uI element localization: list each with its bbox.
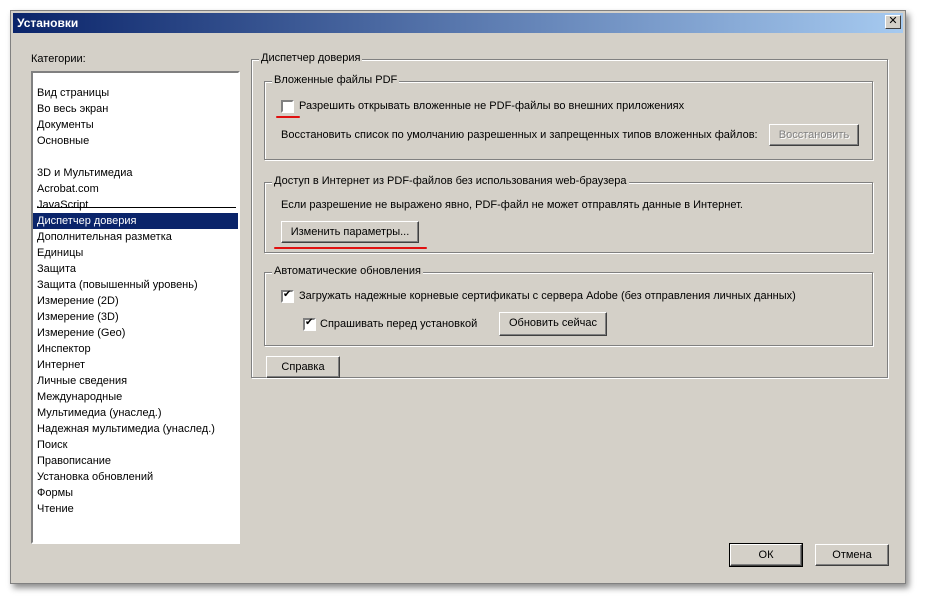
category-item[interactable]: Диспетчер доверия <box>33 213 238 229</box>
annotation-underline-button <box>274 247 427 249</box>
category-item[interactable]: Поиск <box>33 437 238 453</box>
allow-external-checkbox[interactable] <box>281 100 294 113</box>
restore-defaults-text: Восстановить список по умолчанию разреше… <box>281 129 758 141</box>
category-item[interactable]: Защита (повышенный уровень) <box>33 277 238 293</box>
update-now-button[interactable]: Обновить сейчас <box>499 312 607 336</box>
category-item[interactable]: Единицы <box>33 245 238 261</box>
change-settings-button[interactable]: Изменить параметры... <box>281 221 419 243</box>
internet-access-info: Если разрешение не выражено явно, PDF-фа… <box>281 199 743 211</box>
trust-manager-title: Диспетчер доверия <box>259 52 363 64</box>
title-bar: Установки ✕ <box>13 13 903 33</box>
close-button[interactable]: ✕ <box>885 15 901 29</box>
load-certs-checkbox[interactable]: ✔ <box>281 289 294 303</box>
preferences-dialog: Установки ✕ Категории: Вид страницы Во ве… <box>10 10 906 584</box>
category-item[interactable]: Во весь экран <box>33 101 238 117</box>
category-item[interactable]: Acrobat.com <box>33 181 238 197</box>
category-item[interactable]: Измерение (2D) <box>33 293 238 309</box>
load-certs-label[interactable]: Загружать надежные корневые сертификаты … <box>299 290 796 302</box>
close-icon: ✕ <box>888 15 898 27</box>
category-item[interactable]: Измерение (Geo) <box>33 325 238 341</box>
ask-before-checkbox[interactable]: ✔ <box>303 317 316 331</box>
internet-access-group: Доступ в Интернет из PDF-файлов без испо… <box>264 175 873 253</box>
category-item[interactable]: Чтение <box>33 501 238 517</box>
category-item[interactable]: Дополнительная разметка <box>33 229 238 245</box>
category-item[interactable]: Правописание <box>33 453 238 469</box>
checkmark-icon: ✔ <box>283 289 292 300</box>
category-item[interactable]: Интернет <box>33 357 238 373</box>
category-item[interactable]: Международные <box>33 389 238 405</box>
categories-list[interactable]: Вид страницы Во весь экран Документы Основн… <box>31 71 240 544</box>
trust-manager-group: Диспетчер доверия Вложенные файлы PDF Ра… <box>251 52 888 378</box>
category-item[interactable]: Установка обновлений <box>33 469 238 485</box>
category-item[interactable]: Формы <box>33 485 238 501</box>
annotation-underline-checkbox <box>276 116 300 118</box>
auto-updates-title: Автоматические обновления <box>272 265 423 277</box>
pdf-attachments-title: Вложенные файлы PDF <box>272 74 400 86</box>
cancel-button[interactable]: Отмена <box>815 544 889 566</box>
window-title: Установки <box>17 16 79 30</box>
internet-access-title: Доступ в Интернет из PDF-файлов без испо… <box>272 175 629 187</box>
category-item[interactable]: Измерение (3D) <box>33 309 238 325</box>
category-item[interactable]: Вид страницы <box>33 85 238 101</box>
restore-button[interactable]: Восстановить <box>769 124 859 146</box>
category-item[interactable]: Документы <box>33 117 238 133</box>
allow-external-label[interactable]: Разрешить открывать вложенные не PDF-фай… <box>299 100 684 112</box>
help-button[interactable]: Справка <box>266 356 340 378</box>
auto-updates-group: Автоматические обновления ✔ Загружать на… <box>264 265 873 346</box>
ok-button[interactable]: ОК <box>729 543 803 567</box>
category-item[interactable]: Защита <box>33 261 238 277</box>
ask-before-label[interactable]: Спрашивать перед установкой <box>320 318 477 330</box>
categories-label: Категории: <box>31 53 86 65</box>
category-item[interactable]: 3D и Мультимедиа <box>33 165 238 181</box>
category-item[interactable]: Личные сведения <box>33 373 238 389</box>
category-item[interactable]: Инспектор <box>33 341 238 357</box>
category-item[interactable]: Мультимедиа (унаслед.) <box>33 405 238 421</box>
category-item[interactable]: JavaScript <box>33 197 238 213</box>
category-item[interactable]: Основные <box>33 133 238 149</box>
category-item[interactable]: Надежная мультимедиа (унаслед.) <box>33 421 238 437</box>
checkmark-icon: ✔ <box>305 317 314 328</box>
pdf-attachments-group: Вложенные файлы PDF Разрешить открывать … <box>264 74 873 160</box>
